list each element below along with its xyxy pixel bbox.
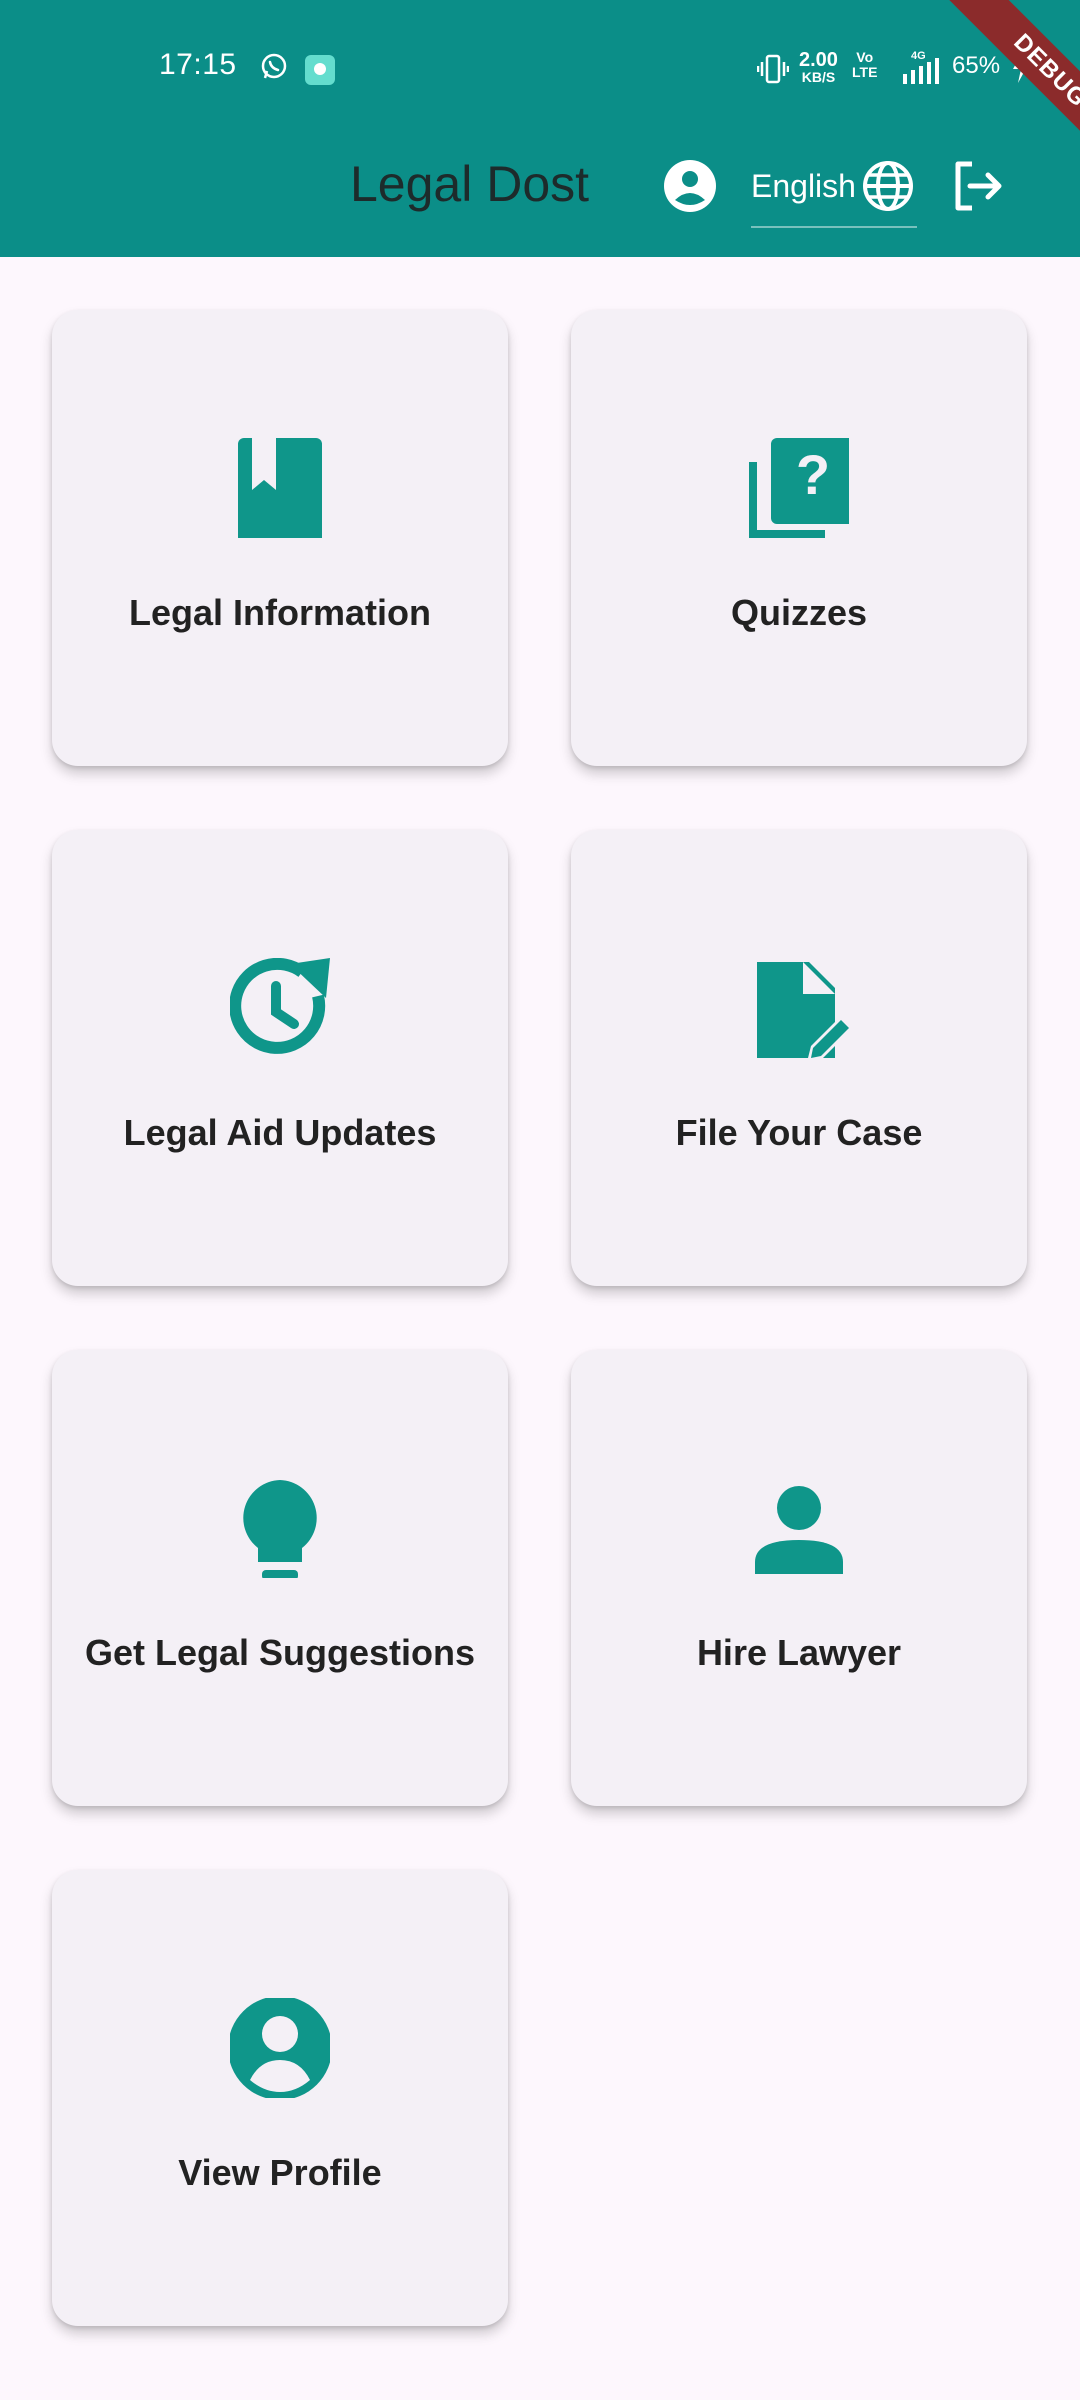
account-circle-icon [230, 1998, 330, 2098]
network-speed: 2.00 KB/S [799, 49, 838, 85]
card-label: Legal Aid Updates [123, 1112, 437, 1153]
whatsapp-icon [261, 53, 287, 79]
vibrate-icon [757, 54, 789, 84]
svg-text:?: ? [796, 443, 830, 506]
card-label: View Profile [178, 2152, 382, 2193]
update-clock-icon [230, 958, 330, 1054]
account-icon[interactable] [662, 158, 718, 214]
card-label: Legal Information [128, 592, 431, 633]
card-legal-information[interactable]: Legal Information [52, 310, 508, 766]
language-dropdown[interactable]: English [751, 158, 917, 228]
card-quizzes[interactable]: ? Quizzes [571, 310, 1027, 766]
battery-level: 65% [952, 52, 1001, 79]
lightbulb-icon [243, 1480, 317, 1578]
card-label: Hire Lawyer [696, 1632, 902, 1673]
card-legal-aid-updates[interactable]: Legal Aid Updates [52, 830, 508, 1286]
globe-icon [863, 161, 913, 211]
quiz-icon: ? [749, 438, 849, 538]
svg-text:4G: 4G [911, 50, 926, 62]
app-bar: 17:15 2.00 KB/S Vo LTE 4G 65% DEBUG Lega… [0, 0, 1080, 257]
book-bookmark-icon [238, 438, 322, 538]
person-icon [755, 1486, 843, 1574]
app-notification-icon [305, 55, 335, 85]
card-label: File Your Case [675, 1112, 923, 1153]
language-selected: English [751, 168, 856, 204]
logout-icon[interactable] [950, 158, 1006, 214]
card-label: Quizzes [730, 592, 868, 633]
app-title: Legal Dost [350, 156, 590, 212]
card-label: Get Legal Suggestions [84, 1632, 476, 1673]
card-view-profile[interactable]: View Profile [52, 1870, 508, 2326]
volte-indicator: Vo LTE [852, 49, 878, 80]
card-file-your-case[interactable]: File Your Case [571, 830, 1027, 1286]
card-hire-lawyer[interactable]: Hire Lawyer [571, 1350, 1027, 1806]
status-time: 17:15 [159, 48, 237, 81]
edit-document-icon [757, 962, 849, 1058]
signal-strength-icon: 4G [903, 50, 939, 84]
card-get-legal-suggestions[interactable]: Get Legal Suggestions [52, 1350, 508, 1806]
